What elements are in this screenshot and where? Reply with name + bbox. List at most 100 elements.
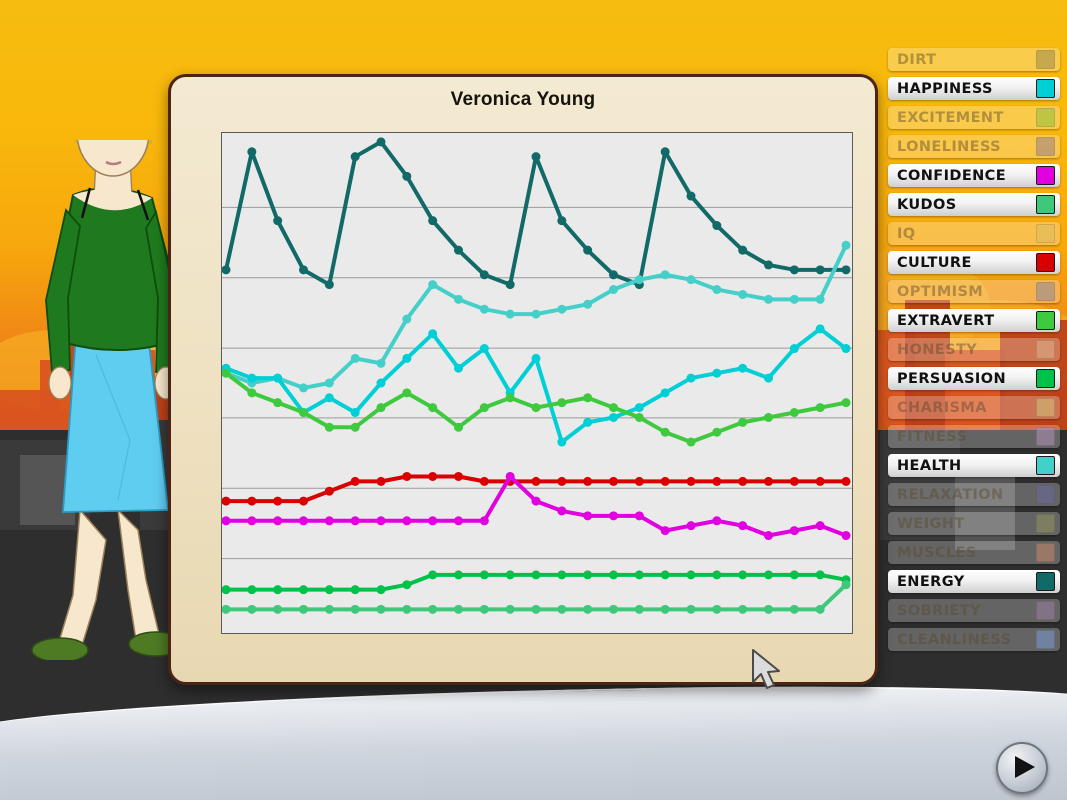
sidebar-item-weight[interactable]: WEIGHT <box>888 512 1060 535</box>
data-point <box>686 476 696 486</box>
data-point <box>222 516 231 526</box>
data-point <box>531 496 541 506</box>
data-point <box>609 403 618 413</box>
data-point <box>764 476 773 486</box>
sidebar-item-label: CULTURE <box>897 254 972 271</box>
series-line <box>224 139 848 287</box>
data-point <box>222 585 231 595</box>
data-point <box>376 604 386 614</box>
sidebar-item-fitness[interactable]: FITNESS <box>888 425 1060 448</box>
sidebar-item-label: WEIGHT <box>897 515 965 532</box>
data-point <box>789 476 799 486</box>
series-health <box>222 240 851 393</box>
data-point <box>505 570 515 580</box>
data-point <box>376 358 386 368</box>
data-point <box>531 152 541 162</box>
data-point <box>660 388 670 398</box>
sidebar-item-persuasion[interactable]: PERSUASION <box>888 367 1060 390</box>
sidebar-item-label: PERSUASION <box>897 370 1006 387</box>
series-kudos <box>222 580 851 614</box>
data-point <box>557 476 567 486</box>
sidebar-item-muscles[interactable]: MUSCLES <box>888 541 1060 564</box>
data-point <box>712 368 722 378</box>
sidebar-item-confidence[interactable]: CONFIDENCE <box>888 164 1060 187</box>
data-point <box>815 324 825 334</box>
data-point <box>299 496 308 506</box>
data-point <box>557 570 567 580</box>
data-point <box>583 511 593 521</box>
data-point <box>789 294 799 304</box>
sidebar-item-charisma[interactable]: CHARISMA <box>888 396 1060 419</box>
color-swatch-icon <box>1036 166 1055 185</box>
data-point <box>402 171 412 181</box>
data-point <box>222 265 231 275</box>
data-point <box>376 378 386 388</box>
data-point <box>712 516 722 526</box>
data-point <box>531 403 541 413</box>
color-swatch-icon <box>1036 427 1055 446</box>
stat-legend-list[interactable]: DIRT HAPPINESS EXCITEMENT LONELINESS CONFIDE… <box>888 48 1060 657</box>
data-point <box>273 398 283 408</box>
data-point <box>350 516 360 526</box>
sidebar-item-culture[interactable]: CULTURE <box>888 251 1060 274</box>
sidebar-item-loneliness[interactable]: LONELINESS <box>888 135 1060 158</box>
data-point <box>454 363 463 373</box>
sidebar-item-iq[interactable]: IQ <box>888 222 1060 245</box>
data-point <box>324 393 334 403</box>
data-point <box>609 604 618 614</box>
data-point <box>299 383 308 393</box>
data-point <box>634 604 644 614</box>
data-point <box>841 240 851 250</box>
sidebar-item-label: MUSCLES <box>897 544 977 561</box>
sidebar-item-label: ENERGY <box>897 573 965 590</box>
data-point <box>454 245 463 255</box>
data-point <box>247 147 257 157</box>
data-point <box>686 570 696 580</box>
sidebar-item-health[interactable]: HEALTH <box>888 454 1060 477</box>
data-point <box>609 412 618 422</box>
sidebar-item-energy[interactable]: ENERGY <box>888 570 1060 593</box>
data-point <box>841 580 851 590</box>
play-button[interactable] <box>996 742 1048 794</box>
data-point <box>350 476 360 486</box>
data-point <box>402 353 412 363</box>
color-swatch-icon <box>1036 50 1055 69</box>
data-point <box>634 511 644 521</box>
data-point <box>815 570 825 580</box>
play-triangle-icon <box>1015 756 1035 778</box>
data-point <box>222 604 231 614</box>
data-point <box>634 412 644 422</box>
sidebar-item-dirt[interactable]: DIRT <box>888 48 1060 71</box>
data-point <box>222 496 231 506</box>
sidebar-item-label: CHARISMA <box>897 399 987 416</box>
sidebar-item-relaxation[interactable]: RELAXATION <box>888 483 1060 506</box>
sidebar-item-label: CLEANLINESS <box>897 631 1012 648</box>
data-point <box>454 604 463 614</box>
color-swatch-icon <box>1036 514 1055 533</box>
data-point <box>712 427 722 437</box>
sidebar-item-extravert[interactable]: EXTRAVERT <box>888 309 1060 332</box>
sidebar-item-label: EXTRAVERT <box>897 312 995 329</box>
color-swatch-icon <box>1036 572 1055 591</box>
data-point <box>583 604 593 614</box>
data-point <box>299 516 308 526</box>
data-point <box>428 604 438 614</box>
sidebar-item-cleanliness[interactable]: CLEANLINESS <box>888 628 1060 651</box>
sidebar-item-happiness[interactable]: HAPPINESS <box>888 77 1060 100</box>
data-point <box>376 137 386 147</box>
data-point <box>789 570 799 580</box>
sidebar-item-honesty[interactable]: HONESTY <box>888 338 1060 361</box>
sidebar-item-excitement[interactable]: EXCITEMENT <box>888 106 1060 129</box>
data-point <box>273 373 283 383</box>
sidebar-item-kudos[interactable]: KUDOS <box>888 193 1060 216</box>
data-point <box>324 422 334 432</box>
data-point <box>479 476 489 486</box>
data-point <box>789 526 799 536</box>
data-point <box>402 604 412 614</box>
data-point <box>583 476 593 486</box>
sidebar-item-label: FITNESS <box>897 428 968 445</box>
sidebar-item-optimism[interactable]: OPTIMISM <box>888 280 1060 303</box>
data-point <box>764 604 773 614</box>
data-point <box>428 471 438 481</box>
sidebar-item-sobriety[interactable]: SOBRIETY <box>888 599 1060 622</box>
